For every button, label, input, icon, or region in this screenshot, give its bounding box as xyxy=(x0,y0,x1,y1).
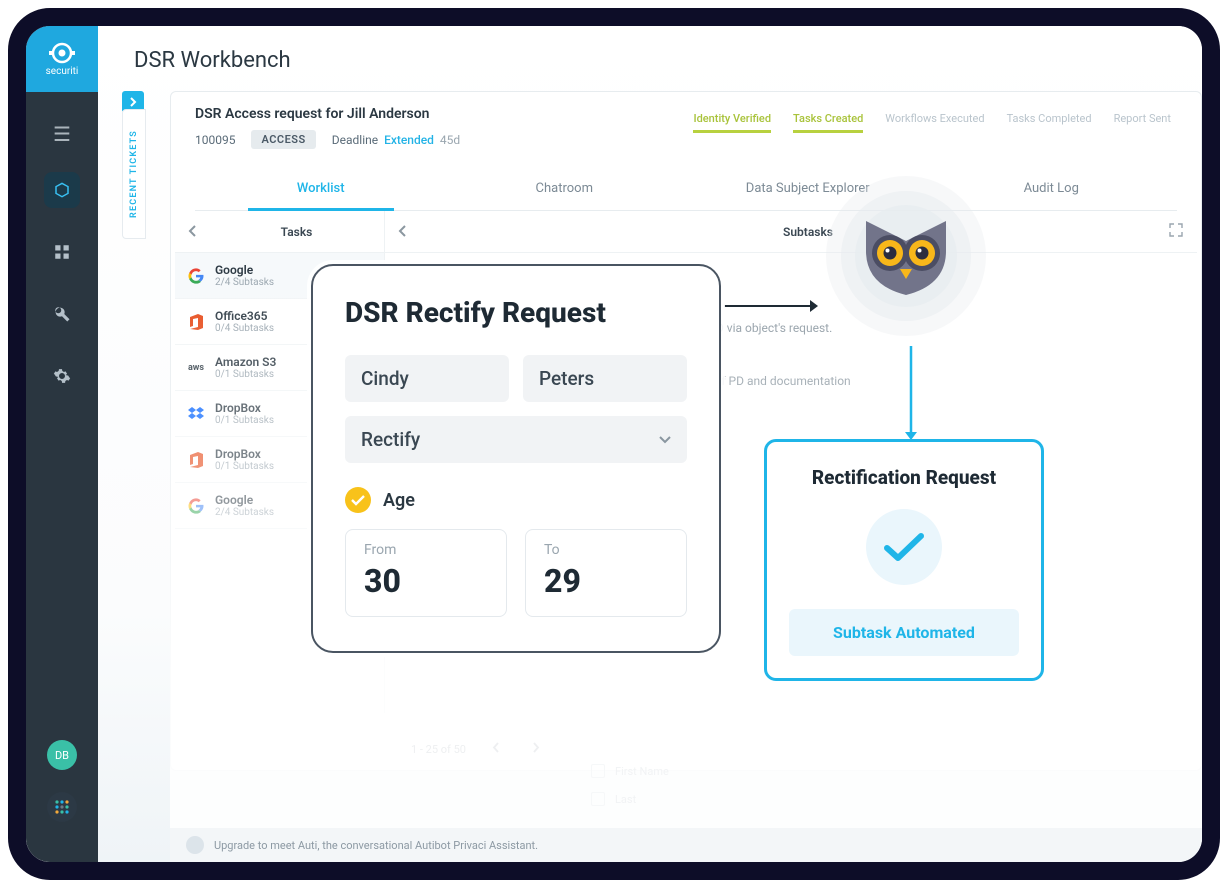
brand-logo[interactable]: securiti xyxy=(26,26,98,92)
aws-icon: aws xyxy=(187,359,205,377)
from-value: 30 xyxy=(364,562,488,600)
subtasks-header: Subtasks xyxy=(419,225,1197,239)
expand-button[interactable] xyxy=(1169,222,1183,241)
nav-item-2[interactable] xyxy=(44,234,80,270)
office-icon xyxy=(187,313,205,331)
subtasks-back[interactable] xyxy=(385,222,419,241)
stage-4: Tasks Completed xyxy=(1007,112,1092,133)
stage-3: Workflows Executed xyxy=(885,112,984,133)
to-value: 29 xyxy=(544,562,668,600)
prev-page[interactable] xyxy=(486,738,506,760)
menu-toggle[interactable]: ☰ xyxy=(53,122,71,146)
nav-item-1[interactable] xyxy=(44,172,80,208)
modal-title: DSR Rectify Request xyxy=(345,296,687,329)
result-title: Rectification Request xyxy=(789,466,1019,489)
chevron-left-icon xyxy=(492,742,500,753)
deadline-label: Deadline xyxy=(332,133,378,147)
nav-item-3[interactable] xyxy=(44,296,80,332)
google-icon xyxy=(187,497,205,515)
last-name-field[interactable]: Peters xyxy=(523,355,687,402)
tasks-header: Tasks xyxy=(209,225,384,239)
google-icon xyxy=(187,267,205,285)
apps-icon xyxy=(54,799,70,815)
sidebar-rail: securiti ☰ DB xyxy=(26,26,98,862)
owl-icon xyxy=(854,213,958,299)
request-id: 100095 xyxy=(195,133,235,147)
result-card: Rectification Request Subtask Automated xyxy=(764,439,1044,681)
checkbox[interactable] xyxy=(591,792,605,806)
wrench-icon xyxy=(53,305,71,323)
attribute-label: Age xyxy=(383,490,415,511)
stage-5: Report Sent xyxy=(1114,112,1171,133)
checkbox[interactable] xyxy=(591,764,605,778)
cube-icon xyxy=(53,181,71,199)
stage-tracker: Identity Verified Tasks Created Workflow… xyxy=(671,112,1171,133)
from-box[interactable]: From 30 xyxy=(345,529,507,617)
upgrade-text: Upgrade to meet Auti, the conversational… xyxy=(214,839,538,852)
chevron-left-icon xyxy=(398,225,407,237)
arrow-down-icon xyxy=(901,346,921,446)
pagination: 1 - 25 of 50 xyxy=(411,738,546,760)
chevron-right-icon xyxy=(128,97,138,107)
chat-bubble-icon xyxy=(186,836,204,854)
success-icon xyxy=(866,509,942,585)
chevron-right-icon xyxy=(532,742,540,753)
nav-item-4[interactable] xyxy=(44,358,80,394)
fields-list: First Name Last xyxy=(591,750,669,820)
tasks-back[interactable] xyxy=(175,222,209,241)
action-select[interactable]: Rectify xyxy=(345,416,687,463)
dashboard-icon xyxy=(53,243,71,261)
upgrade-banner[interactable]: Upgrade to meet Auti, the conversational… xyxy=(170,828,1202,862)
brand-icon xyxy=(49,42,75,64)
request-type-badge: ACCESS xyxy=(251,130,315,149)
rectify-modal: DSR Rectify Request Cindy Peters Rectify… xyxy=(311,264,721,653)
next-page[interactable] xyxy=(526,738,546,760)
apps-launcher[interactable] xyxy=(47,792,77,822)
page-range: 1 - 25 of 50 xyxy=(411,743,466,756)
recent-tickets-tab[interactable]: RECENT TICKETS xyxy=(122,109,146,239)
chevron-left-icon xyxy=(188,225,197,237)
owl-mascot xyxy=(826,176,986,336)
user-avatar[interactable]: DB xyxy=(47,740,77,770)
arrow-right-icon xyxy=(724,296,824,316)
gear-icon xyxy=(53,367,71,385)
dropbox-icon xyxy=(187,405,205,423)
office-icon xyxy=(187,451,205,469)
stage-2: Tasks Created xyxy=(793,112,863,133)
deadline-days: 45d xyxy=(440,133,460,147)
to-box[interactable]: To 29 xyxy=(525,529,687,617)
first-name-field[interactable]: Cindy xyxy=(345,355,509,402)
recent-tickets-label: RECENT TICKETS xyxy=(129,130,139,218)
tab-worklist[interactable]: Worklist xyxy=(199,167,443,210)
expand-icon xyxy=(1169,223,1183,237)
check-icon xyxy=(345,487,371,513)
page-title: DSR Workbench xyxy=(98,26,1202,91)
tab-chatroom[interactable]: Chatroom xyxy=(443,167,687,210)
stage-1: Identity Verified xyxy=(693,112,771,133)
chevron-down-icon xyxy=(659,436,671,444)
deadline-extended: Extended xyxy=(384,133,434,147)
status-pill: Subtask Automated xyxy=(789,609,1019,656)
